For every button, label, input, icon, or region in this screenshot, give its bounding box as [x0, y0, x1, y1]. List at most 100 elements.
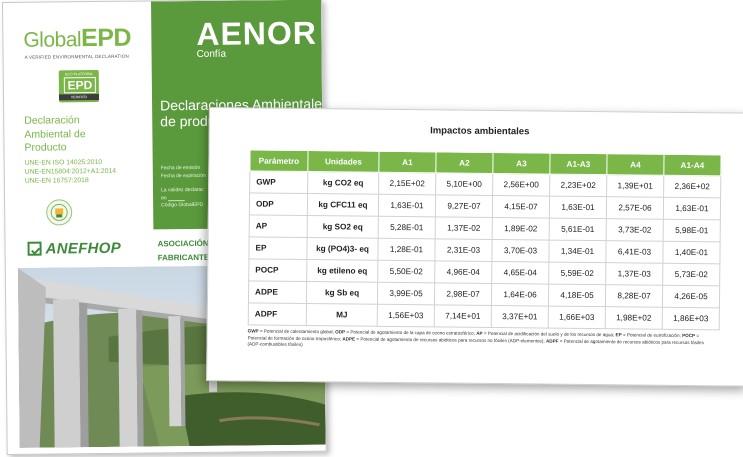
value-cell: 1,86E+03 — [662, 307, 720, 330]
value-cell: 1,37E-02 — [435, 216, 493, 240]
value-cell: 1,34E-01 — [548, 240, 607, 263]
declaration-line: Producto — [24, 141, 67, 154]
norm-item: UNE-EN15804:2012+A1:2014 — [24, 167, 117, 176]
cover-left-column: GlobalEPD A VERIFIED ENVIRONMENTAL DECLA… — [3, 1, 154, 268]
value-cell: 4,65E-04 — [491, 261, 549, 285]
parameter-cell: ADPF — [248, 302, 307, 326]
value-cell: 5,50E-02 — [377, 260, 435, 283]
value-cell: 9,27E-07 — [435, 194, 493, 218]
globalepd-logo: GlobalEPD — [23, 24, 131, 54]
declaration-line: Declaración — [24, 114, 80, 127]
sheet-title: Impactos ambientales — [430, 125, 530, 138]
value-cell: 5,10E+00 — [435, 172, 493, 196]
value-cell: 8,28E-07 — [605, 284, 663, 308]
value-cell: 4,96E-04 — [434, 260, 492, 284]
parameter-cell: GWP — [249, 170, 308, 194]
value-cell: 3,99E-05 — [377, 282, 435, 305]
column-header: A1-A3 — [549, 153, 608, 175]
brand-prefix: Global — [23, 28, 82, 52]
legend-abbr: ADPF — [545, 338, 559, 344]
value-cell: 5,28E-01 — [378, 216, 436, 239]
badge-main-text: EPD — [63, 77, 96, 94]
parameter-cell: ADPE — [248, 280, 307, 304]
value-cell: 2,98E-07 — [434, 282, 492, 306]
value-cell: 5,98E-01 — [663, 219, 721, 242]
value-cell: 1,63E-01 — [378, 194, 436, 217]
validity-line: en — [161, 194, 167, 201]
brand-subtitle: A VERIFIED ENVIRONMENTAL DECLARATION — [24, 53, 129, 60]
value-cell: 1,63E-01 — [549, 196, 607, 219]
column-header: Unidades — [307, 150, 380, 173]
aenor-logo: AENOR — [196, 14, 318, 52]
value-cell: 2,23E+02 — [549, 174, 607, 197]
eco-platform-badge: ECO PLATFORM EPD VERIFIED — [58, 69, 100, 103]
value-cell: 1,39E+01 — [606, 174, 664, 198]
anefhop-logo-text: ANEFHOP — [45, 239, 122, 258]
value-cell: 7,14E+01 — [434, 304, 492, 328]
legend-text: = Potencial de agotamiento de recursos a… — [355, 336, 546, 344]
legend-abbr: GWP — [247, 328, 259, 334]
value-cell: 1,98E+02 — [605, 306, 663, 330]
legend-abbr: ADPE — [342, 336, 356, 342]
legend-abbr: POCP — [682, 332, 696, 339]
column-header: Parámetro — [249, 149, 309, 172]
unit-cell: kg CFC11 eq — [307, 193, 379, 217]
norms-list: UNE-EN ISO 14025:2010 UNE-EN15804:2012+A… — [25, 158, 117, 186]
column-header: A2 — [435, 151, 494, 174]
parameter-cell: AP — [249, 214, 308, 238]
brand-main: EPD — [80, 23, 132, 53]
value-cell: 2,15E+02 — [378, 172, 436, 195]
unit-cell: kg CO2 eq — [307, 171, 379, 195]
column-header: A1 — [378, 151, 437, 173]
value-cell: 3,73E-02 — [606, 218, 664, 242]
column-header: A3 — [492, 152, 551, 175]
dates-block: Fecha de emisión Fecha de expiración — [161, 164, 206, 180]
value-cell: 6,41E-03 — [605, 240, 664, 264]
unit-cell: kg etileno eq — [306, 259, 378, 283]
value-cell: 4,15E-07 — [492, 195, 550, 219]
validity-line: Código GlobalEPD — [161, 201, 204, 209]
value-cell: 1,28E-01 — [377, 238, 436, 261]
value-cell: 2,36E+02 — [663, 175, 721, 198]
value-cell: 2,57E-06 — [606, 196, 664, 220]
environmental-impacts-sheet: Impactos ambientales Parámetro Unidades … — [206, 107, 743, 387]
abbreviations-legend: GWP = Potencial de calentamiento global;… — [247, 328, 712, 353]
legend-text: = Potencial de agotamiento de la capa de… — [345, 329, 477, 336]
value-cell: 1,63E-01 — [663, 197, 721, 220]
verification-seal-icon — [46, 199, 73, 226]
table-row: ADPF MJ 1,56E+03 7,14E+01 3,37E+01 1,66E… — [248, 302, 720, 330]
anefhop-check-icon — [27, 241, 42, 256]
declaration-line: Ambiental de — [24, 127, 86, 141]
value-cell: 1,40E-01 — [662, 241, 721, 264]
validity-link[interactable] — [168, 195, 185, 201]
column-header: A4 — [606, 153, 665, 176]
badge-top-text: ECO PLATFORM — [65, 72, 93, 77]
date-label: Fecha de expiración — [160, 172, 206, 180]
unit-cell: MJ — [306, 303, 378, 327]
unit-cell: kg Sb eq — [306, 281, 378, 305]
legend-text: = Potencial de acidificación del suelo y… — [482, 330, 616, 338]
unit-cell: kg (PO4)3- eq — [306, 237, 379, 261]
value-cell: 4,26E-05 — [662, 285, 720, 308]
norm-item: UNE-EN 16757:2018 — [24, 177, 89, 185]
value-cell: 5,73E-02 — [662, 263, 720, 286]
column-header: A1-A4 — [663, 154, 722, 176]
value-cell: 1,56E+03 — [377, 304, 435, 327]
value-cell: 3,37E+01 — [491, 305, 549, 329]
value-cell: 1,89E-02 — [492, 217, 550, 241]
legend-text: = Potencial de eutrofización; — [621, 332, 683, 338]
declaration-heading: Declaración Ambiental de Producto — [24, 114, 86, 155]
impacts-table: Parámetro Unidades A1 A2 A3 A1-A3 A4 A1-… — [248, 149, 722, 330]
value-cell: 1,66E+03 — [548, 306, 606, 329]
unit-cell: kg SO2 eq — [307, 215, 379, 239]
validity-block: La validez declarac en Código GlobalEPD — [161, 187, 204, 210]
legend-text: = Potencial de calentamiento global; — [258, 328, 336, 335]
parameter-cell: ODP — [249, 192, 308, 216]
aenor-tagline: Confía — [196, 48, 227, 60]
parameter-cell: EP — [248, 236, 308, 260]
value-cell: 5,59E-02 — [548, 262, 606, 285]
value-cell: 3,70E-03 — [491, 239, 550, 263]
value-cell: 5,61E-01 — [549, 218, 607, 241]
badge-bottom-text: VERIFIED — [58, 93, 100, 101]
value-cell: 4,18E-05 — [548, 284, 606, 307]
